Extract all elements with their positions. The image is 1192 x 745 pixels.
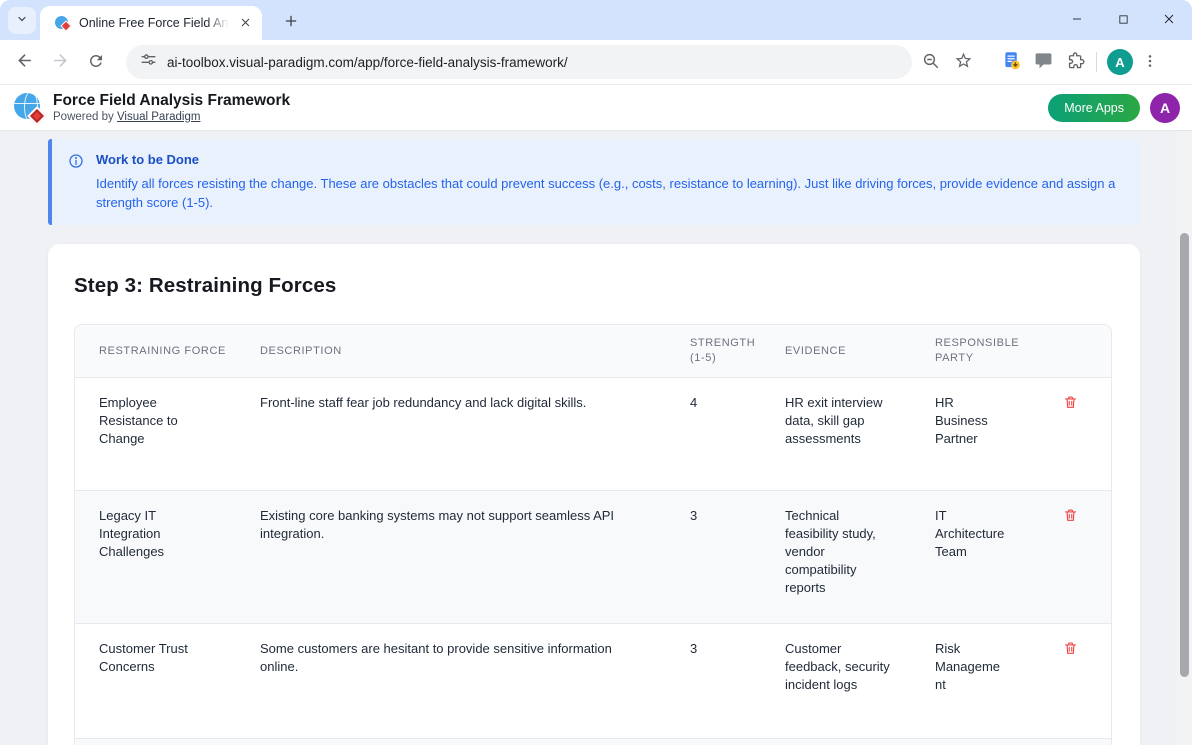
app-title: Force Field Analysis Framework [53, 92, 290, 110]
delete-row-button[interactable] [1063, 640, 1078, 656]
bookmark-button[interactable] [948, 47, 978, 77]
column-header-force: RESTRAINING FORCE [75, 325, 236, 377]
cell-evidence: Customer feedback, security incident log… [761, 623, 911, 738]
zoom-out-icon [922, 52, 940, 73]
browser-profile-avatar[interactable]: A [1107, 49, 1133, 75]
delete-row-button[interactable] [1063, 507, 1078, 523]
page-content: Work to be Done Identify all forces resi… [0, 131, 1176, 745]
cell-evidence: Technical feasibility study, vendor comp… [761, 490, 911, 623]
scrollbar-thumb[interactable] [1180, 233, 1189, 677]
document-download-icon [1001, 50, 1022, 74]
cell-strength: 4 [666, 377, 761, 490]
browser-toolbar: ai-toolbox.visual-paradigm.com/app/force… [0, 40, 1192, 85]
new-tab-button[interactable] [278, 9, 304, 35]
scrollbar-track[interactable] [1176, 131, 1192, 745]
more-apps-button[interactable]: More Apps [1048, 94, 1140, 122]
maximize-icon [1118, 13, 1129, 28]
browser-menu-button[interactable] [1135, 47, 1165, 77]
trash-icon [1063, 511, 1078, 526]
visual-paradigm-favicon [55, 15, 71, 31]
info-banner: Work to be Done Identify all forces resi… [48, 139, 1140, 225]
info-icon [68, 153, 84, 212]
column-header-party: RESPONSIBLE PARTY [911, 325, 1029, 377]
toolbar-divider [1096, 52, 1097, 72]
browser-window: Online Free Force Field Analysis [0, 0, 1192, 745]
cell-force: Legacy IT Integration Challenges [75, 490, 236, 623]
close-icon [240, 16, 251, 31]
speech-bubble-icon [1034, 51, 1053, 73]
chevron-down-icon [16, 13, 28, 28]
forward-button[interactable] [44, 46, 76, 78]
browser-tab[interactable]: Online Free Force Field Analysis [40, 6, 262, 40]
banner-body: Identify all forces resisting the change… [96, 174, 1118, 212]
tab-close-button[interactable] [236, 14, 254, 32]
table-row-partial [75, 738, 1111, 745]
extensions-button[interactable] [1060, 47, 1090, 77]
table-row: Legacy IT Integration Challenges Existin… [75, 490, 1111, 623]
arrow-back-icon [15, 51, 34, 73]
page-title: Step 3: Restraining Forces [74, 274, 1114, 298]
arrow-forward-icon [51, 51, 70, 73]
reload-icon [87, 52, 105, 73]
kebab-menu-icon [1142, 53, 1158, 72]
app-header: Force Field Analysis Framework Powered b… [0, 85, 1192, 131]
cell-party: IT Architecture Team [911, 490, 1029, 623]
window-controls [1054, 0, 1192, 40]
plus-icon [284, 14, 298, 31]
trash-icon [1063, 644, 1078, 659]
column-header-evidence: EVIDENCE [761, 325, 911, 377]
column-header-strength: STRENGTH (1-5) [666, 325, 761, 377]
table-row: Customer Trust Concerns Some customers a… [75, 623, 1111, 738]
cell-strength: 3 [666, 490, 761, 623]
trash-icon [1063, 398, 1078, 413]
minimize-button[interactable] [1054, 0, 1100, 40]
site-settings-icon [140, 51, 157, 73]
powered-by-text: Powered by Visual Paradigm [53, 110, 290, 124]
powered-by-prefix: Powered by [53, 111, 117, 123]
cell-strength: 3 [666, 623, 761, 738]
reload-button[interactable] [80, 46, 112, 78]
tab-strip: Online Free Force Field Analysis [0, 0, 1192, 40]
table-row: Employee Resistance to Change Front-line… [75, 377, 1111, 490]
cell-party: HR Business Partner [911, 377, 1029, 490]
table-header-row: RESTRAINING FORCE DESCRIPTION STRENGTH (… [75, 325, 1111, 377]
cell-description: Existing core banking systems may not su… [236, 490, 666, 623]
visual-paradigm-logo-icon [14, 93, 44, 123]
user-avatar[interactable]: A [1150, 93, 1180, 123]
tab-search-button[interactable] [8, 7, 36, 34]
puzzle-icon [1066, 51, 1085, 73]
url-text: ai-toolbox.visual-paradigm.com/app/force… [167, 55, 568, 70]
back-button[interactable] [8, 46, 40, 78]
column-header-description: DESCRIPTION [236, 325, 666, 377]
cell-party: Risk Management [911, 623, 1029, 738]
cell-description: Some customers are hesitant to provide s… [236, 623, 666, 738]
column-header-actions [1029, 325, 1111, 377]
step-card: Step 3: Restraining Forces RESTRAINING F… [48, 244, 1140, 745]
delete-row-button[interactable] [1063, 394, 1078, 410]
docs-extension-button[interactable] [996, 47, 1026, 77]
cell-force: Customer Trust Concerns [75, 623, 236, 738]
zoom-out-button[interactable] [916, 47, 946, 77]
star-icon [954, 51, 973, 73]
banner-title: Work to be Done [96, 152, 1118, 167]
minimize-icon [1071, 13, 1083, 28]
tab-title: Online Free Force Field Analysis [79, 16, 229, 30]
cell-force: Employee Resistance to Change [75, 377, 236, 490]
close-window-button[interactable] [1146, 0, 1192, 40]
close-icon [1163, 13, 1175, 28]
cell-description: Front-line staff fear job redundancy and… [236, 377, 666, 490]
visual-paradigm-link[interactable]: Visual Paradigm [117, 111, 201, 123]
address-bar[interactable]: ai-toolbox.visual-paradigm.com/app/force… [126, 45, 912, 79]
annotation-extension-button[interactable] [1028, 47, 1058, 77]
maximize-button[interactable] [1100, 0, 1146, 40]
restraining-forces-table: RESTRAINING FORCE DESCRIPTION STRENGTH (… [74, 324, 1112, 745]
cell-evidence: HR exit interview data, skill gap assess… [761, 377, 911, 490]
